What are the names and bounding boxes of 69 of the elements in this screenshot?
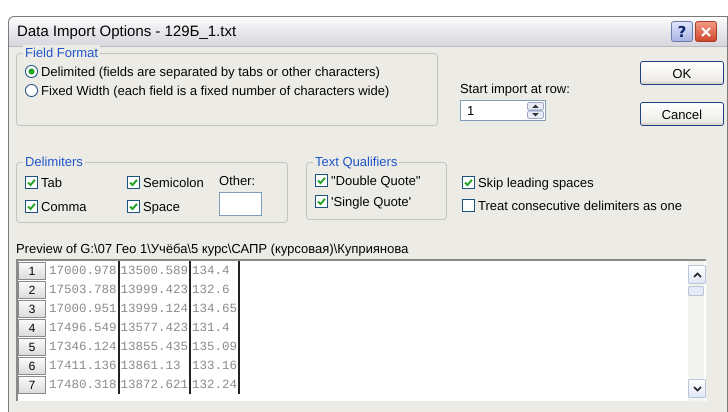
option-label: Space	[143, 199, 180, 214]
row-number-button[interactable]: 3	[18, 300, 46, 318]
table-cell: 17411.136	[48, 356, 119, 375]
option-label: 'Single Quote'	[331, 194, 412, 209]
checkbox-checked[interactable]	[462, 176, 475, 189]
scroll-down-button[interactable]	[688, 379, 706, 398]
table-cell: 17000.978	[48, 261, 119, 280]
row-number-button[interactable]: 2	[18, 280, 46, 298]
table-cell: 135.09	[190, 337, 240, 356]
checkbox-checked[interactable]	[25, 200, 38, 214]
close-button[interactable]	[695, 21, 717, 42]
table-cell: 131.4	[190, 318, 240, 337]
spin-arrows-icon[interactable]	[527, 102, 544, 119]
table-cell: 13500.589	[118, 261, 190, 280]
option-label: Tab	[41, 174, 62, 190]
table-cell: 134.4	[190, 261, 240, 280]
checkbox-checked[interactable]	[127, 176, 140, 189]
scrollbar[interactable]	[688, 261, 704, 401]
table-cell: 13855.435	[118, 337, 190, 356]
table-cell: 17346.124	[48, 337, 119, 356]
option-label: Comma	[41, 199, 87, 214]
table-cell: 132.6	[190, 280, 240, 299]
table-cell: 133.16	[190, 356, 240, 375]
option-label: Fixed Width (each field is a fixed number of characters wide)	[41, 83, 390, 98]
close-icon	[700, 26, 712, 38]
option-label: "Double Quote"	[331, 173, 420, 188]
other-delimiter-field[interactable]	[219, 192, 262, 216]
table-cell: 13577.423	[118, 318, 190, 337]
start-row-label: Start import at row:	[460, 81, 570, 96]
group-title: Delimiters	[23, 154, 85, 169]
table-cell: 17503.788	[48, 280, 119, 299]
scroll-up-button[interactable]	[688, 265, 706, 284]
caret-down-icon	[692, 386, 702, 392]
window-title: Data Import Options - 129Б_1.txt	[17, 23, 238, 40]
scroll-thumb[interactable]	[688, 286, 704, 296]
group-title: Text Qualifiers	[313, 154, 400, 169]
checkbox-checked[interactable]	[25, 176, 38, 189]
checkbox-checked[interactable]	[315, 195, 328, 208]
table-cell: 13861.13	[118, 356, 190, 375]
help-button[interactable]: ?	[671, 21, 693, 42]
table-cell: 17480.318	[48, 375, 119, 394]
caret-up-icon	[692, 272, 702, 278]
group-title: Field Format	[23, 45, 100, 60]
start-row-spinner[interactable]: 1	[460, 100, 546, 121]
option-label: Treat consecutive delimiters as one	[478, 198, 682, 213]
table-cell: 13872.621	[118, 375, 190, 394]
row-number-button[interactable]: 6	[18, 356, 46, 374]
row-number-button[interactable]: 7	[18, 376, 46, 394]
option-label: Semicolon	[143, 174, 204, 190]
table-cell: 17496.549	[48, 318, 119, 337]
row-number-button[interactable]: 4	[18, 318, 46, 336]
radio-button-selected[interactable]	[25, 65, 38, 78]
preview-path-label: Preview of G:\07 Гео 1\Учёба\5 курс\САПР (курсовая)\Куприянова	[16, 241, 410, 256]
table-cell: 134.65	[190, 299, 240, 318]
cancel-button[interactable]: Cancel	[640, 102, 724, 126]
other-label: Other:	[219, 173, 256, 188]
checkbox[interactable]	[462, 199, 475, 212]
table-cell: 132.24	[190, 375, 240, 394]
table-cell: 13999.124	[118, 299, 190, 318]
radio-button[interactable]	[25, 84, 38, 97]
table-cell: 17000.951	[48, 299, 119, 318]
ok-button[interactable]: OK	[640, 61, 724, 85]
row-number-button[interactable]: 5	[18, 338, 46, 356]
checkbox-checked[interactable]	[127, 200, 140, 214]
table-cell: 13999.423	[118, 280, 190, 299]
option-label: Skip leading spaces	[478, 175, 594, 190]
option-label: Delimited (fields are separated by tabs or other characters)	[41, 64, 380, 79]
checkbox-checked[interactable]	[315, 174, 328, 187]
row-number-button[interactable]: 1	[18, 262, 46, 280]
